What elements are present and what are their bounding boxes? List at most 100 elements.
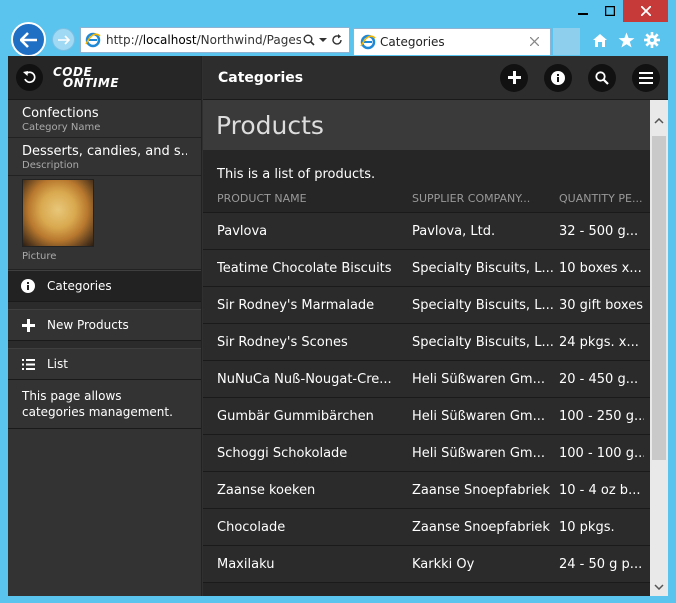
table-row[interactable]: Pavlova Pavlova, Ltd. 32 - 500 g... (203, 213, 650, 250)
column-header-supplier[interactable]: SUPPLIER COMPANY... (412, 192, 559, 205)
search-icon[interactable] (303, 34, 315, 46)
product-name-cell: Pavlova (217, 223, 268, 239)
products-view: Products This is a list of products. PRO… (203, 100, 650, 596)
column-header-quantity[interactable]: QUANTITY PE... (559, 192, 644, 205)
supplier-cell: Specialty Biscuits, L... (412, 260, 554, 276)
url-text[interactable]: http://localhost/Northwind/Pages/C (106, 33, 301, 47)
url-prefix: http:// (106, 33, 143, 47)
forward-button[interactable] (52, 28, 75, 51)
gear-icon[interactable] (642, 30, 662, 50)
app-back-button[interactable] (16, 64, 43, 91)
grid-body: Pavlova Pavlova, Ltd. 32 - 500 g... Teatime… (203, 213, 650, 583)
supplier-cell: Pavlova, Ltd. (412, 223, 496, 239)
home-icon[interactable] (590, 30, 610, 50)
ie-tab-icon (360, 34, 376, 50)
brand-line-2: ONTIME (63, 75, 120, 90)
main-header: Categories (203, 56, 668, 100)
new-tab-button[interactable] (553, 28, 580, 55)
quantity-cell: 20 - 450 g... (559, 371, 639, 387)
category-picture (22, 179, 94, 247)
table-row[interactable]: Schoggi Schokolade Heli Süßwaren Gm... 100… (203, 435, 650, 472)
page-title: Categories (218, 69, 304, 86)
quantity-cell: 10 - 4 oz b... (559, 482, 641, 498)
table-row[interactable]: Maxilaku Karkki Oy 24 - 50 g p... (203, 546, 650, 583)
table-row[interactable]: Sir Rodney's Scones Specialty Biscuits, L… (203, 324, 650, 361)
address-bar[interactable]: http://localhost/Northwind/Pages/C (80, 27, 350, 53)
browser-tools (590, 30, 662, 50)
field-label: Picture (22, 251, 57, 262)
product-name-cell: Chocolade (217, 519, 286, 535)
url-host: localhost (142, 33, 197, 47)
plus-icon (507, 71, 521, 84)
product-name-cell: Gumbär Gummibärchen (217, 408, 374, 424)
sidebar-item-categories[interactable]: Categories (8, 270, 201, 302)
scroll-thumb[interactable] (652, 136, 666, 460)
table-row[interactable]: Chocolade Zaanse Snoepfabriek 10 pkgs. (203, 509, 650, 546)
chevron-down-icon[interactable] (319, 37, 327, 43)
table-row[interactable]: Gumbär Gummibärchen Heli Süßwaren Gm... 10… (203, 398, 650, 435)
refresh-icon[interactable] (331, 34, 343, 46)
info-icon (20, 278, 36, 294)
info-button[interactable] (544, 63, 572, 92)
product-name-cell: NuNuCa Nuß-Nougat-Cre... (217, 371, 392, 387)
table-row[interactable]: Zaanse koeken Zaanse Snoepfabriek 10 - 4 o… (203, 472, 650, 509)
undo-icon (23, 71, 36, 84)
scroll-up-button[interactable] (650, 112, 668, 130)
search-button[interactable] (588, 63, 616, 92)
supplier-cell: Heli Süßwaren Gm... (412, 371, 545, 387)
list-icon (20, 356, 36, 372)
toolbar (500, 63, 660, 92)
column-header-product-name[interactable]: PRODUCT NAME (217, 192, 412, 205)
arrow-left-icon (19, 31, 37, 48)
table-row[interactable]: Sir Rodney's Marmalade Specialty Biscuits… (203, 287, 650, 324)
url-path: /Northwind/Pages/C (196, 33, 301, 47)
minimize-button[interactable] (569, 0, 596, 22)
sidebar-item-label: New Products (47, 318, 129, 332)
sidebar-item-list[interactable]: List (8, 348, 201, 380)
scroll-down-button[interactable] (650, 578, 668, 596)
star-icon[interactable] (616, 30, 636, 50)
sidebar-item-new-products[interactable]: New Products (8, 309, 201, 341)
field-picture: Picture (8, 176, 201, 270)
supplier-cell: Heli Süßwaren Gm... (412, 408, 545, 424)
scrollbar[interactable] (650, 100, 668, 596)
product-name-cell: Maxilaku (217, 556, 275, 572)
supplier-cell: Karkki Oy (412, 556, 475, 572)
brand-logo: CODE ONTIME (53, 66, 120, 90)
sidebar-item-label: List (47, 357, 68, 371)
sidebar-divider (8, 302, 201, 309)
main-panel: Categories Products This is a list of pr… (203, 56, 668, 596)
quantity-cell: 100 - 100 g... (559, 445, 644, 461)
product-name-cell: Sir Rodney's Scones (217, 334, 348, 350)
chevron-down-icon (654, 584, 664, 590)
grid-header: PRODUCT NAME SUPPLIER COMPANY... QUANTIT… (203, 184, 650, 213)
tab-close-icon[interactable] (529, 35, 544, 50)
field-value: Confections (22, 106, 99, 121)
add-button[interactable] (500, 63, 528, 92)
supplier-cell: Zaanse Snoepfabriek (412, 482, 550, 498)
supplier-cell: Zaanse Snoepfabriek (412, 519, 550, 535)
info-icon (551, 70, 565, 85)
quantity-cell: 24 - 50 g p... (559, 556, 643, 572)
product-name-cell: Zaanse koeken (217, 482, 316, 498)
field-value: Desserts, candies, and s... (22, 144, 187, 159)
page-description: This page allows categories management. (8, 380, 201, 429)
sidebar-header: CODE ONTIME (8, 56, 201, 100)
hamburger-icon (639, 71, 653, 84)
app-area: CODE ONTIME Confections Category Name De… (8, 56, 668, 596)
maximize-icon (604, 6, 615, 16)
back-button[interactable] (11, 22, 46, 57)
menu-button[interactable] (632, 63, 660, 92)
table-row[interactable]: Teatime Chocolate Biscuits Specialty Bisc… (203, 250, 650, 287)
arrow-right-icon (57, 34, 70, 45)
view-header: Products (203, 100, 650, 150)
table-row[interactable]: NuNuCa Nuß-Nougat-Cre... Heli Süßwaren Gm… (203, 361, 650, 398)
quantity-cell: 32 - 500 g... (559, 223, 639, 239)
browser-tab[interactable]: Categories (353, 28, 551, 55)
minimize-icon (577, 13, 588, 15)
quantity-cell: 100 - 250 g... (559, 408, 644, 424)
sidebar-divider (8, 341, 201, 348)
sidebar: CODE ONTIME Confections Category Name De… (8, 56, 202, 596)
maximize-button[interactable] (596, 0, 623, 22)
close-window-button[interactable] (623, 0, 668, 22)
